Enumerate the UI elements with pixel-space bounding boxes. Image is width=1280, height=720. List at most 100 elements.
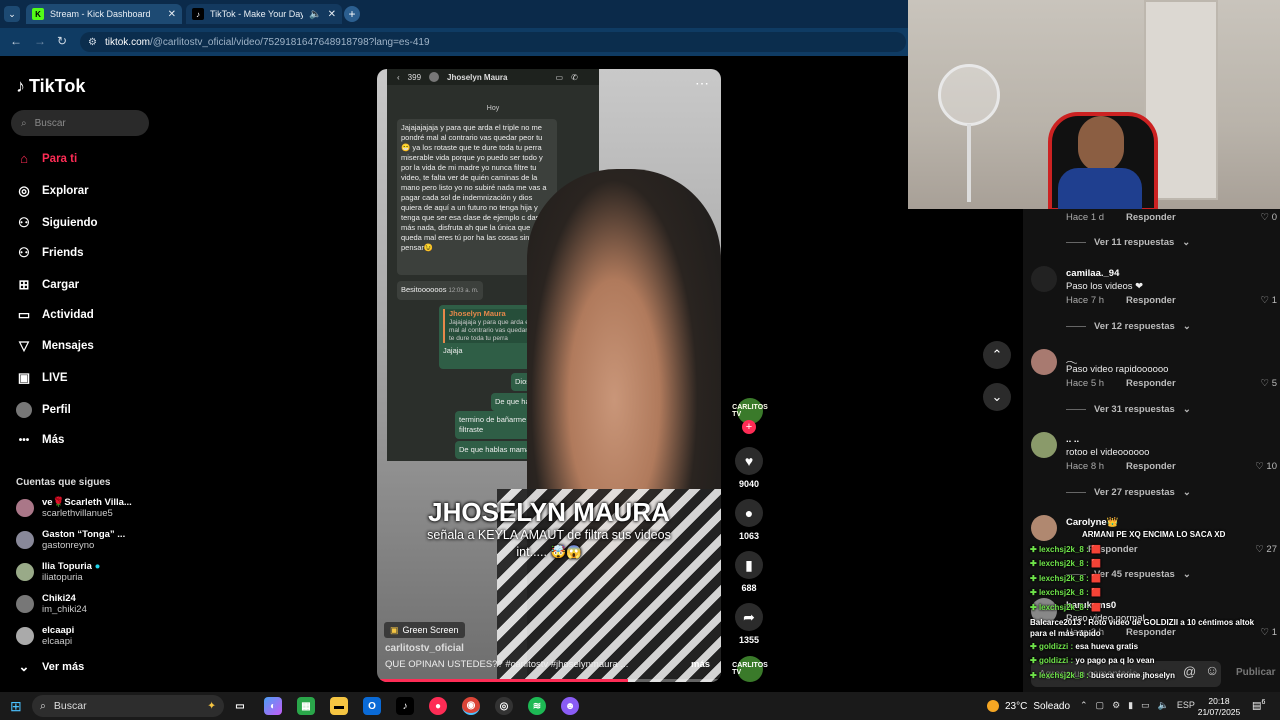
notification-icon[interactable]: ▤6: [1252, 699, 1265, 711]
account-username: iliatopuria: [42, 572, 83, 583]
comment-text: Paso los videos ❤: [1066, 281, 1144, 292]
comment-username[interactable]: Carolyne👑: [1066, 517, 1118, 528]
reply-button[interactable]: Responder: [1126, 212, 1176, 223]
account-item[interactable]: elcaapi elcaapi: [16, 625, 74, 647]
tab-kick-dashboard[interactable]: K Stream - Kick Dashboard ✕: [26, 4, 182, 24]
new-tab-button[interactable]: +: [344, 6, 360, 22]
view-replies-button[interactable]: Ver 27 respuestas ⌄: [1066, 487, 1191, 498]
reply-button[interactable]: Responder: [1126, 295, 1176, 306]
nav-explorar[interactable]: ◎ Explorar: [16, 183, 88, 199]
account-username: elcaapi: [42, 636, 73, 647]
site-info-icon[interactable]: ⚙: [88, 37, 97, 48]
account-item[interactable]: Chiki24 im_chiki24: [16, 593, 87, 615]
green-screen-badge[interactable]: ▣ Green Screen: [384, 622, 465, 638]
comment-like-button[interactable]: ♡ 5: [1255, 378, 1277, 389]
url-input[interactable]: ⚙ tiktok.com/@carlitostv_oficial/video/7…: [80, 32, 906, 52]
close-icon[interactable]: ✕: [328, 9, 336, 20]
comment-avatar[interactable]: [1031, 432, 1057, 458]
kick-favicon-icon: K: [32, 8, 44, 20]
nav-actividad[interactable]: ▭ Actividad: [16, 307, 94, 323]
save-button[interactable]: ▮ 688: [734, 551, 764, 593]
nav-live[interactable]: ▣ LIVE: [16, 370, 68, 386]
view-replies-button[interactable]: Ver 12 respuestas ⌄: [1066, 321, 1191, 332]
microphone-icon[interactable]: ▮: [1128, 700, 1133, 711]
comment-bubble-icon: ●: [735, 499, 763, 527]
view-replies-button[interactable]: Ver 31 respuestas ⌄: [1066, 404, 1191, 415]
account-item[interactable]: Ilia Topuria ● iliatopuria: [16, 561, 100, 583]
tiktok-logo[interactable]: ♪ TikTok: [16, 76, 85, 97]
store-icon[interactable]: ▦: [297, 697, 315, 715]
comment-username[interactable]: .. ..: [1066, 434, 1079, 445]
comment-like-button[interactable]: ♡ 0: [1255, 212, 1277, 223]
reply-button[interactable]: Responder: [1126, 461, 1176, 472]
weather-widget[interactable]: 23°C Soleado: [987, 700, 1070, 712]
video-player[interactable]: ‹ 399 Jhoselyn Maura ▭ ✆ Hoy Jajajajajaj…: [377, 69, 721, 682]
nav-cargar[interactable]: ⊞ Cargar: [16, 277, 80, 293]
chevron-down-icon: ⌄: [18, 659, 30, 674]
comment-username[interactable]: camilaa._94: [1066, 268, 1119, 279]
volume-icon[interactable]: 🔈: [1158, 700, 1169, 711]
video-progress-bar[interactable]: [377, 679, 721, 682]
obs-icon[interactable]: ◎: [495, 697, 513, 715]
see-more-button[interactable]: ⌄ Ver más: [16, 659, 85, 675]
speaker-icon[interactable]: 🔈: [309, 9, 321, 20]
copilot-icon[interactable]: ◐: [264, 697, 282, 715]
close-icon[interactable]: ✕: [168, 9, 176, 20]
app-icon[interactable]: ●: [429, 697, 447, 715]
description-more-button[interactable]: más: [691, 659, 710, 670]
next-video-button[interactable]: ⌄: [983, 383, 1011, 411]
tray-app-icon[interactable]: ▢: [1096, 700, 1105, 711]
display-icon[interactable]: ▭: [1141, 700, 1150, 711]
nav-friends[interactable]: ⚇ Friends: [16, 245, 83, 261]
taskbar-search-input[interactable]: ⌕ Buscar ✦: [32, 695, 224, 717]
reload-icon[interactable]: ↻: [57, 34, 67, 48]
tiktok-favicon-icon: ♪: [192, 8, 204, 20]
comment-avatar[interactable]: [1031, 266, 1057, 292]
outlook-icon[interactable]: O: [363, 697, 381, 715]
more-options-icon[interactable]: ⋯: [695, 75, 709, 92]
discord-icon[interactable]: ☻: [561, 697, 579, 715]
chrome-icon[interactable]: ◉: [462, 697, 480, 715]
comment-like-button[interactable]: ♡ 10: [1255, 461, 1277, 472]
nav-siguiendo[interactable]: ⚇ Siguiendo: [16, 215, 98, 231]
system-tray[interactable]: ⌃ ▢ ⚙ ▮ ▭ 🔈 ESP: [1080, 700, 1195, 711]
comment-button[interactable]: ● 1063: [734, 499, 764, 541]
chevron-up-icon[interactable]: ⌃: [1080, 700, 1088, 711]
view-replies-button[interactable]: Ver 11 respuestas ⌄: [1066, 237, 1190, 248]
nav-perfil[interactable]: Perfil: [16, 402, 71, 418]
previous-video-button[interactable]: ⌃: [983, 341, 1011, 369]
follow-plus-icon[interactable]: +: [742, 420, 756, 434]
share-button[interactable]: ➦ 1355: [734, 603, 764, 645]
comment-avatar[interactable]: [1031, 349, 1057, 375]
tab-search-icon[interactable]: ⌄: [4, 6, 20, 22]
clock[interactable]: 20:18 21/07/2025: [1196, 696, 1242, 718]
chat-day-label: Hoy: [486, 105, 500, 112]
forward-arrow-icon[interactable]: →: [34, 34, 46, 48]
chevron-down-icon: ⌄: [1182, 404, 1191, 415]
video-caption-subtitle: señala a KEYLA AMAUT de filtra sus video…: [427, 528, 671, 559]
badge-label: Green Screen: [402, 625, 459, 635]
spotify-icon[interactable]: ≋: [528, 697, 546, 715]
video-username[interactable]: carlitostv_oficial: [385, 643, 464, 654]
following-icon: ⚇: [18, 215, 30, 230]
nav-label: Siguiendo: [42, 217, 98, 229]
account-item[interactable]: Gaston “Tonga” ... gastonreyno: [16, 529, 125, 551]
music-disc-icon[interactable]: CARLITOS TV: [732, 656, 768, 682]
file-explorer-icon[interactable]: ▬: [330, 697, 348, 715]
nav-mensajes[interactable]: ▽ Mensajes: [16, 338, 94, 354]
stream-chat-line: ✚ goldizzi : yo pago pa q lo vean: [1030, 656, 1155, 666]
nav-mas[interactable]: ••• Más: [16, 434, 65, 446]
back-arrow-icon[interactable]: ←: [10, 34, 22, 48]
nav-para-ti[interactable]: ⌂ Para ti: [16, 151, 77, 166]
search-input[interactable]: ⌕ Buscar: [11, 110, 149, 136]
windows-start-icon[interactable]: ⊞: [10, 698, 22, 715]
task-view-icon[interactable]: ▭: [231, 697, 249, 715]
gear-icon[interactable]: ⚙: [1112, 700, 1120, 711]
comment-like-button[interactable]: ♡ 1: [1255, 295, 1277, 306]
reply-button[interactable]: Responder: [1126, 378, 1176, 389]
like-button[interactable]: ♥ 9040: [734, 447, 764, 489]
tiktok-app-icon[interactable]: ♪: [396, 697, 414, 715]
tab-tiktok[interactable]: ♪ TikTok - Make Your Day 🔈 ✕: [186, 4, 342, 24]
language-indicator[interactable]: ESP: [1177, 700, 1195, 711]
account-item[interactable]: ve🌹Scarleth Villa... scarlethvillanue5: [16, 497, 132, 519]
